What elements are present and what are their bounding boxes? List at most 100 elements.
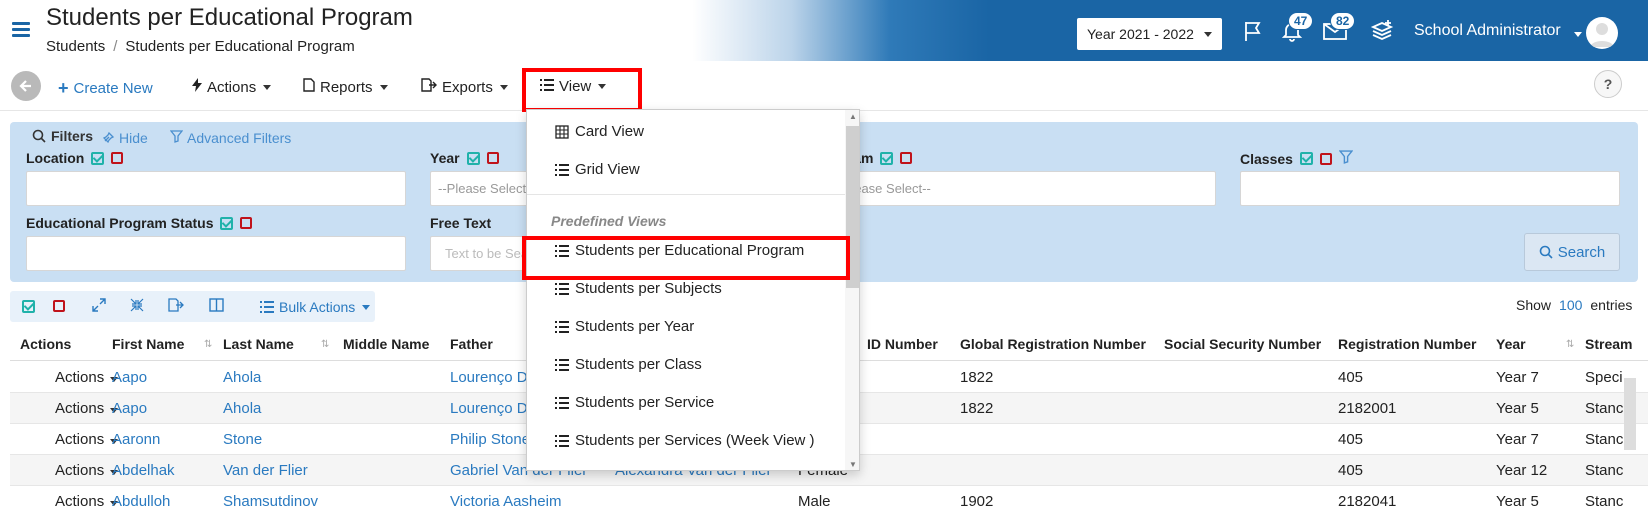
compress-icon[interactable] (130, 298, 144, 315)
menu-item-predefined-view[interactable]: Students per Services (Week View ) (555, 432, 815, 449)
exports-dropdown[interactable]: Exports (421, 78, 508, 96)
father-link[interactable]: Philip Stone (450, 431, 530, 448)
last-name-link[interactable]: Ahola (223, 369, 261, 386)
expand-icon[interactable] (92, 298, 106, 315)
last-name-link[interactable]: Van der Flier (223, 462, 308, 479)
classes-filter-label: Classes (1240, 150, 1354, 167)
program-status-input[interactable] (26, 236, 406, 271)
column-header-stream[interactable]: Stream (1585, 336, 1632, 352)
sort-icon[interactable]: ⇅ (204, 339, 212, 350)
row-actions-button[interactable]: Actions (55, 462, 119, 479)
column-header-registration-number[interactable]: Registration Number (1338, 336, 1476, 352)
first-name-link[interactable]: Abdelhak (112, 462, 175, 479)
first-name-link[interactable]: Aaronn (112, 431, 160, 448)
entries-count-select[interactable]: 100 (1559, 297, 1582, 313)
help-button[interactable]: ? (1594, 70, 1622, 98)
first-name-link[interactable]: Abdulloh (112, 493, 170, 510)
row-actions-button[interactable]: Actions (55, 369, 119, 386)
deselect-all-icon[interactable] (486, 152, 499, 164)
app-header: Students per Educational Program Student… (0, 0, 1648, 61)
hide-filters-link[interactable]: Hide (102, 130, 148, 146)
search-button[interactable]: Search (1524, 233, 1620, 271)
menu-item-predefined-view[interactable]: Students per Service (555, 394, 714, 411)
year-select[interactable]: Year 2021 - 2022 (1077, 18, 1222, 50)
breadcrumb-students[interactable]: Students (46, 38, 105, 55)
father-link[interactable]: Lourenço D (450, 369, 528, 386)
sort-icon[interactable]: ⇅ (1566, 339, 1574, 350)
bolt-icon (192, 78, 202, 96)
advanced-filters-link[interactable]: Advanced Filters (169, 130, 291, 146)
column-header-middle-name[interactable]: Middle Name (343, 336, 429, 352)
back-button[interactable] (11, 71, 41, 101)
gender-cell: Male (798, 493, 831, 510)
select-all-check-icon[interactable] (22, 300, 35, 313)
row-actions-label: Actions (55, 400, 105, 417)
row-actions-button[interactable]: Actions (55, 431, 119, 448)
select-all-check-icon[interactable] (220, 216, 234, 230)
menu-item-predefined-view[interactable]: Students per Subjects (555, 280, 722, 297)
hamburger-menu-icon[interactable] (12, 22, 30, 38)
father-link[interactable]: Lourenço D (450, 400, 528, 417)
row-actions-button[interactable]: Actions (55, 400, 119, 417)
reports-dropdown[interactable]: Reports (303, 78, 388, 96)
user-menu-chevron-icon[interactable] (1574, 32, 1582, 37)
breadcrumb-separator: / (113, 38, 118, 55)
layers-plus-icon[interactable] (1370, 19, 1394, 46)
bulk-bar: Bulk Actions (10, 291, 375, 322)
reg-number-cell: 2182001 (1338, 400, 1397, 417)
columns-icon[interactable] (209, 298, 224, 315)
reg-number-cell: 2182041 (1338, 493, 1397, 510)
menu-item-predefined-view[interactable]: Students per Year (555, 318, 694, 335)
column-header-first-name[interactable]: First Name (112, 336, 184, 352)
year-select-value: Year 2021 - 2022 (1087, 26, 1194, 42)
year-cell: Year 5 (1496, 400, 1539, 417)
deselect-all-icon[interactable] (240, 217, 253, 229)
column-header-id-number[interactable]: ID Number (867, 336, 938, 352)
deselect-all-icon[interactable] (53, 300, 65, 312)
actions-dropdown[interactable]: Actions (192, 78, 272, 96)
menu-item-grid-view[interactable]: Grid View (555, 161, 640, 178)
stream-cell: Speci (1585, 369, 1623, 386)
column-header-ssn[interactable]: Social Security Number (1164, 336, 1321, 352)
filter-icon[interactable] (1338, 150, 1354, 167)
predefined-view-label: Students per Year (575, 318, 695, 335)
avatar[interactable] (1586, 17, 1618, 49)
table-scrollbar[interactable] (1624, 378, 1636, 450)
column-header-father[interactable]: Father (450, 336, 493, 352)
stream-cell: Stanc (1585, 493, 1624, 510)
user-name[interactable]: School Administrator (1414, 22, 1561, 40)
chevron-down-icon (362, 304, 371, 310)
last-name-link[interactable]: Stone (223, 431, 262, 448)
row-actions-button[interactable]: Actions (55, 493, 119, 510)
scroll-down-icon[interactable]: ▼ (849, 460, 857, 469)
last-name-link[interactable]: Ahola (223, 400, 261, 417)
location-input[interactable] (26, 171, 406, 206)
column-header-actions: Actions (20, 336, 72, 352)
last-name-link[interactable]: Shamsutdinov (223, 493, 318, 510)
export-icon[interactable] (168, 298, 184, 315)
column-header-global-registration[interactable]: Global Registration Number (960, 336, 1146, 352)
father-link[interactable]: Victoria Aasheim (450, 493, 561, 510)
reg-number-cell: 405 (1338, 431, 1364, 448)
select-all-check-icon[interactable] (1299, 152, 1313, 165)
scroll-up-icon[interactable]: ▲ (849, 112, 857, 121)
deselect-all-icon[interactable] (1319, 152, 1332, 165)
menu-item-predefined-view[interactable]: Students per Class (555, 356, 702, 373)
bulk-actions-label: Bulk Actions (279, 299, 356, 315)
select-all-check-icon[interactable] (880, 151, 894, 165)
select-all-check-icon[interactable] (466, 151, 480, 165)
sort-icon[interactable]: ⇅ (321, 339, 329, 350)
bulk-actions-dropdown[interactable]: Bulk Actions (260, 299, 371, 315)
deselect-all-icon[interactable] (900, 152, 913, 164)
select-all-check-icon[interactable] (91, 151, 105, 165)
first-name-link[interactable]: Aapo (112, 400, 147, 417)
column-header-last-name[interactable]: Last Name (223, 336, 294, 352)
menu-item-card-view[interactable]: Card View (555, 123, 644, 140)
stream-filter-select[interactable]: --Please Select-- (826, 171, 1216, 206)
first-name-link[interactable]: Aapo (112, 369, 147, 386)
create-new-button[interactable]: + Create New (58, 78, 153, 99)
flag-icon[interactable] (1242, 19, 1266, 46)
classes-input[interactable] (1240, 171, 1620, 206)
deselect-all-icon[interactable] (111, 152, 124, 164)
column-header-year[interactable]: Year (1496, 336, 1526, 352)
